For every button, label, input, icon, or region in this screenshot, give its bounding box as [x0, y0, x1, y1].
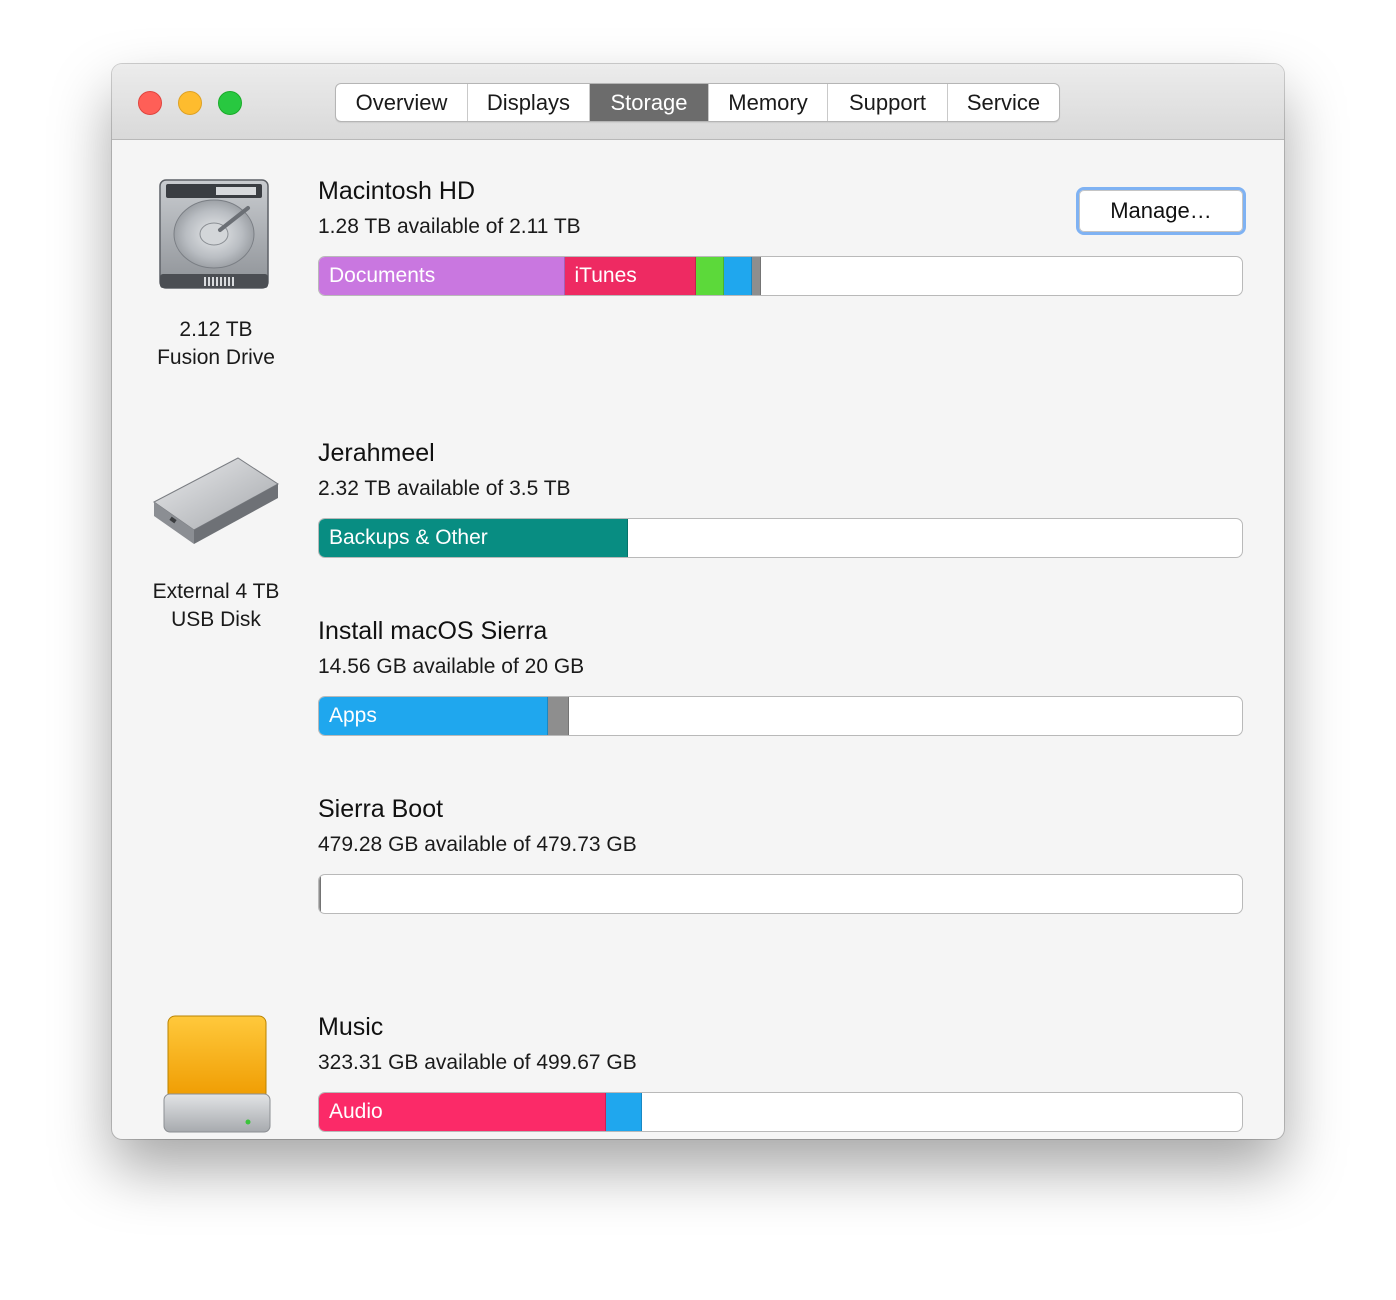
removable-volume-icon — [162, 1014, 272, 1136]
volume-available: 1.28 TB available of 2.11 TB — [318, 215, 581, 238]
storage-window: Overview Displays Storage Memory Support… — [112, 64, 1284, 1139]
tab-service[interactable]: Service — [948, 84, 1059, 121]
disk-caption-usb-disk: External 4 TB USB Disk — [112, 578, 326, 634]
disk-capacity-label: External 4 TB — [152, 580, 280, 603]
tab-support[interactable]: Support — [828, 84, 948, 121]
disk-capacity-label: 2.12 TB — [179, 318, 253, 341]
disk-type-label: Fusion Drive — [157, 346, 275, 369]
volume-name: Install macOS Sierra — [318, 617, 548, 645]
usage-segment-other — [751, 257, 762, 295]
external-usb-disk-icon — [150, 454, 280, 554]
usage-bar — [318, 874, 1243, 914]
tab-displays[interactable]: Displays — [468, 84, 590, 121]
volume-name: Macintosh HD — [318, 177, 475, 205]
volume-available: 2.32 TB available of 3.5 TB — [318, 477, 571, 500]
usage-segment-other — [724, 257, 752, 295]
volume-available: 479.28 GB available of 479.73 GB — [318, 833, 637, 856]
usage-segment-label: Apps — [329, 704, 377, 727]
usage-segment-other — [695, 257, 725, 295]
minimize-button[interactable] — [178, 91, 202, 115]
tab-memory[interactable]: Memory — [709, 84, 828, 121]
tab-overview[interactable]: Overview — [336, 84, 468, 121]
usage-segment-apps: Apps — [319, 697, 548, 735]
volume-name: Sierra Boot — [318, 795, 444, 823]
usage-segment-audio: Audio — [319, 1093, 607, 1131]
usage-segment-other — [606, 1093, 643, 1131]
usage-segment-label: Audio — [329, 1100, 383, 1123]
tab-bar: Overview Displays Storage Memory Support… — [335, 83, 1060, 122]
usage-segment-backups-other: Backups & Other — [319, 519, 629, 557]
usage-segment-label: Backups & Other — [329, 526, 488, 549]
usage-segment-other — [319, 875, 321, 913]
title-bar: Overview Displays Storage Memory Support… — [112, 64, 1284, 140]
volume-name: Jerahmeel — [318, 439, 435, 467]
usage-bar: Apps — [318, 696, 1243, 736]
volume-name: Music — [318, 1013, 384, 1041]
usage-segment-label: Documents — [329, 264, 436, 287]
usage-segment-itunes: iTunes — [564, 257, 696, 295]
zoom-button[interactable] — [218, 91, 242, 115]
disk-caption-fusion-drive: 2.12 TB Fusion Drive — [112, 316, 326, 372]
internal-hard-drive-icon — [156, 178, 272, 298]
close-button[interactable] — [138, 91, 162, 115]
usage-segment-documents: Documents — [319, 257, 565, 295]
usage-segment-other — [547, 697, 570, 735]
usage-bar: Audio — [318, 1092, 1243, 1132]
volume-available: 323.31 GB available of 499.67 GB — [318, 1051, 637, 1074]
manage-button[interactable]: Manage… — [1076, 187, 1246, 235]
tab-storage[interactable]: Storage — [590, 84, 709, 121]
usage-bar: Documents iTunes — [318, 256, 1243, 296]
usage-segment-label: iTunes — [574, 264, 637, 287]
disk-type-label: USB Disk — [171, 608, 261, 631]
usage-bar: Backups & Other — [318, 518, 1243, 558]
volume-available: 14.56 GB available of 20 GB — [318, 655, 585, 678]
